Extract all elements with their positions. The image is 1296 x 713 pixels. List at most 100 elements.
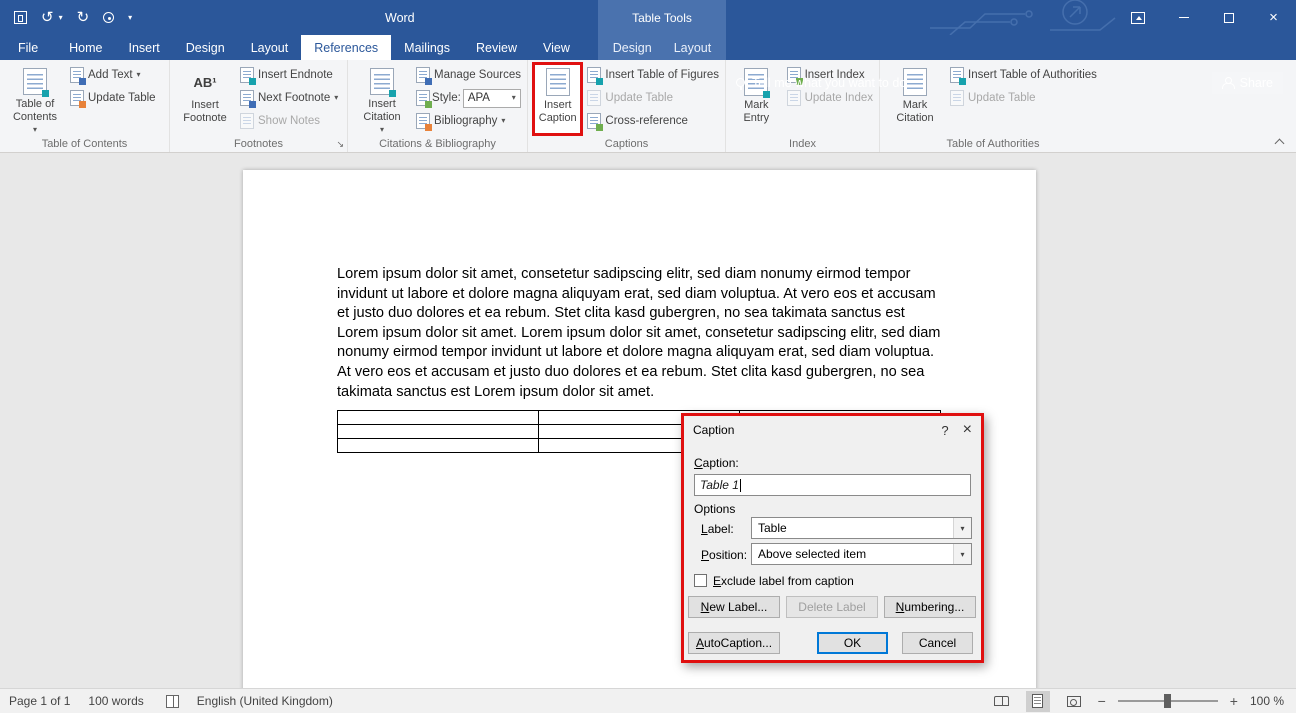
undo-dropdown-icon[interactable]: ▾ <box>59 13 63 22</box>
table-tools-title: Table Tools <box>598 0 726 35</box>
insert-citation-button[interactable]: Insert Citation ▾ <box>354 64 410 134</box>
language-indicator[interactable]: English (United Kingdom) <box>197 694 333 708</box>
chevron-down-icon[interactable]: ▾ <box>953 544 971 564</box>
tab-design[interactable]: Design <box>173 35 238 60</box>
delete-label-button[interactable]: Delete Label <box>786 596 878 618</box>
print-layout-icon <box>1032 694 1043 708</box>
tab-file[interactable]: File <box>0 35 56 60</box>
word-count[interactable]: 100 words <box>88 694 143 708</box>
manage-sources-button[interactable]: Manage Sources <box>416 67 521 83</box>
tab-references[interactable]: References <box>301 35 391 60</box>
share-label: Share <box>1240 76 1273 90</box>
tab-insert[interactable]: Insert <box>116 35 173 60</box>
titlebar-decoration <box>930 0 1120 35</box>
group-label-authorities: Table of Authorities <box>880 138 1106 150</box>
tab-home[interactable]: Home <box>56 35 115 60</box>
help-icon[interactable]: ? <box>941 423 948 438</box>
document-area: Lorem ipsum dolor sit amet, consetetur s… <box>0 154 1296 688</box>
share-button[interactable]: Share <box>1212 72 1283 94</box>
update-table-captions-button[interactable]: Update Table <box>587 90 719 106</box>
position-dropdown[interactable]: Above selected item ▾ <box>751 543 972 565</box>
minimize-button[interactable] <box>1161 0 1206 35</box>
group-label-footnotes: Footnotes <box>170 138 347 150</box>
group-label-captions: Captions <box>528 138 725 150</box>
document-paragraph[interactable]: Lorem ipsum dolor sit amet, consetetur s… <box>337 265 945 402</box>
cross-reference-button[interactable]: Cross-reference <box>587 113 719 129</box>
tab-layout[interactable]: Layout <box>238 35 302 60</box>
tell-me-box[interactable]: Tell me what you want to do... <box>736 70 917 95</box>
next-footnote-icon <box>240 90 254 106</box>
save-icon[interactable] <box>14 11 27 24</box>
zoom-level[interactable]: 100 % <box>1250 694 1284 708</box>
lightbulb-icon <box>736 78 745 87</box>
add-text-button[interactable]: Add Text ▾ <box>70 67 156 83</box>
group-table-of-contents: Table of Contents ▾ Add Text ▾ Update Ta… <box>0 60 170 152</box>
zoom-slider-thumb[interactable] <box>1164 694 1171 708</box>
caption-dialog-title: Caption <box>693 423 927 437</box>
insert-table-of-authorities-button[interactable]: Insert Table of Authorities <box>950 67 1097 83</box>
next-footnote-button[interactable]: Next Footnote ▾ <box>240 90 338 106</box>
table-of-contents-button[interactable]: Table of Contents ▾ <box>6 64 64 134</box>
ribbon-display-options-icon <box>1131 12 1145 24</box>
proofing-errors-icon[interactable] <box>166 695 179 708</box>
zoom-in-button[interactable]: + <box>1230 693 1238 709</box>
customize-qat-icon[interactable]: ▾ <box>128 13 132 22</box>
label-field-label: Label: <box>701 522 734 536</box>
group-captions: Insert Caption Insert Table of Figures U… <box>528 60 726 152</box>
update-table-captions-icon <box>587 90 601 106</box>
update-table-button[interactable]: Update Table <box>70 90 156 106</box>
web-layout-button[interactable] <box>1062 691 1086 712</box>
tab-mailings[interactable]: Mailings <box>391 35 463 60</box>
status-bar: Page 1 of 1 100 words English (United Ki… <box>0 688 1296 713</box>
insert-caption-button[interactable]: Insert Caption <box>534 64 581 134</box>
minimize-icon <box>1179 17 1189 18</box>
redo-icon[interactable]: ↻ <box>77 10 90 25</box>
close-icon[interactable]: × <box>963 422 972 438</box>
cancel-button[interactable]: Cancel <box>902 632 973 654</box>
autocaption-button[interactable]: AutoCaption... <box>688 632 780 654</box>
tab-table-design[interactable]: Design <box>604 35 661 60</box>
page-indicator[interactable]: Page 1 of 1 <box>9 694 70 708</box>
chevron-down-icon: ▾ <box>380 126 384 134</box>
collapse-ribbon-icon[interactable] <box>1275 137 1284 146</box>
group-footnotes: AB¹ Insert Footnote Insert Endnote Next … <box>170 60 348 152</box>
bibliography-button[interactable]: Bibliography ▾ <box>416 113 521 129</box>
chevron-down-icon[interactable]: ▾ <box>953 518 971 538</box>
table-tools-contextual-block: Table Tools Design Layout <box>598 0 726 60</box>
zoom-slider[interactable] <box>1118 694 1218 708</box>
tab-table-layout[interactable]: Layout <box>665 35 721 60</box>
web-layout-icon <box>1067 696 1081 707</box>
chevron-down-icon: ▾ <box>137 71 141 79</box>
table-of-contents-icon <box>23 68 47 95</box>
caption-dialog-titlebar[interactable]: Caption ? × <box>684 416 981 444</box>
caption-input[interactable]: Table 1 <box>694 474 971 496</box>
close-button[interactable]: × <box>1251 0 1296 35</box>
insert-footnote-icon: AB¹ <box>193 68 216 96</box>
show-notes-button[interactable]: Show Notes <box>240 113 338 129</box>
print-layout-button[interactable] <box>1026 691 1050 712</box>
tab-view[interactable]: View <box>530 35 583 60</box>
ribbon: Table of Contents ▾ Add Text ▾ Update Ta… <box>0 60 1296 153</box>
insert-table-of-figures-button[interactable]: Insert Table of Figures <box>587 67 719 83</box>
read-mode-button[interactable] <box>990 691 1014 712</box>
insert-caption-icon <box>546 68 570 96</box>
touch-mode-icon[interactable] <box>103 12 114 23</box>
update-table-authorities-icon <box>950 90 964 106</box>
update-table-authorities-button[interactable]: Update Table <box>950 90 1097 106</box>
footnotes-dialog-launcher-icon[interactable]: ↘ <box>336 140 344 149</box>
insert-footnote-button[interactable]: AB¹ Insert Footnote <box>176 64 234 134</box>
tab-review[interactable]: Review <box>463 35 530 60</box>
app-title: Word <box>385 0 415 35</box>
maximize-button[interactable] <box>1206 0 1251 35</box>
numbering-button[interactable]: Numbering... <box>884 596 976 618</box>
insert-endnote-button[interactable]: Insert Endnote <box>240 67 338 83</box>
ok-button[interactable]: OK <box>817 632 888 654</box>
ribbon-display-options-button[interactable] <box>1116 0 1161 35</box>
undo-icon[interactable]: ↺ <box>41 10 54 25</box>
exclude-label-checkbox[interactable] <box>694 574 707 587</box>
new-label-button[interactable]: New Label... <box>688 596 780 618</box>
label-dropdown[interactable]: Table ▾ <box>751 517 972 539</box>
style-dropdown[interactable]: APA ▾ <box>463 89 521 108</box>
zoom-out-button[interactable]: − <box>1098 693 1106 709</box>
statusbar-right: − + 100 % <box>990 691 1296 712</box>
